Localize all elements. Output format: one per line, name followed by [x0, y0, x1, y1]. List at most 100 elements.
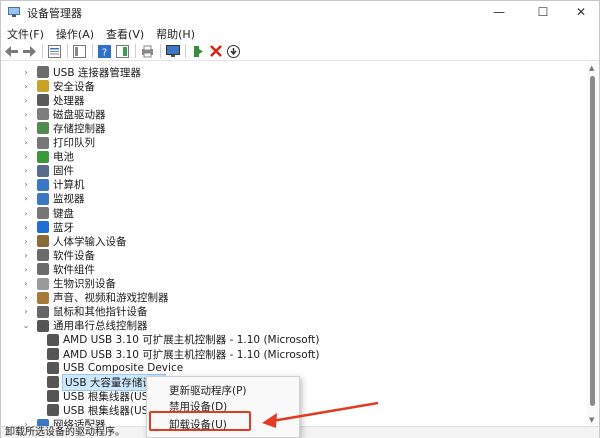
close-button[interactable]: ✕: [561, 1, 600, 23]
expand-arrow-icon[interactable]: ›: [21, 68, 31, 77]
show-hide-tree-icon[interactable]: [72, 44, 87, 59]
usb-icon: [47, 376, 59, 389]
collapse-arrow-icon[interactable]: ⌄: [21, 321, 31, 330]
tree-item-label: USB 根集线器(USB: [63, 390, 156, 403]
processor-icon: [37, 94, 49, 107]
expand-arrow-icon[interactable]: ›: [21, 124, 31, 133]
expand-arrow-icon[interactable]: ›: [21, 194, 31, 203]
toolbar-divider: [92, 44, 93, 58]
tree-category[interactable]: › 软件组件: [21, 262, 95, 276]
forward-icon[interactable]: [22, 44, 37, 59]
monitor-icon[interactable]: [165, 44, 180, 59]
tree-item-label: 处理器: [53, 94, 85, 107]
expand-arrow-icon[interactable]: ›: [21, 110, 31, 119]
menu-view[interactable]: 查看(V): [100, 24, 150, 42]
tree-item-label: 打印队列: [53, 137, 95, 149]
expand-arrow-icon[interactable]: ›: [21, 223, 31, 232]
menu-bar: 文件(F) 操作(A) 查看(V) 帮助(H): [1, 24, 599, 42]
scroll-thumb[interactable]: [590, 76, 595, 406]
tree-item-label: 鼠标和其他指针设备: [53, 306, 148, 319]
uninstall-icon[interactable]: [208, 44, 223, 59]
tree-item-label: 声音、视频和游戏控制器: [53, 292, 169, 305]
tree-category[interactable]: › 人体学输入设备: [21, 234, 127, 248]
maximize-button[interactable]: ☐: [523, 1, 563, 23]
menu-help[interactable]: 帮助(H): [150, 24, 201, 42]
tree-category[interactable]: › 网络适配器: [21, 418, 106, 426]
expand-arrow-icon[interactable]: ›: [21, 209, 31, 218]
expand-arrow-icon[interactable]: ›: [21, 279, 31, 288]
tree-category[interactable]: › 软件设备: [21, 248, 95, 262]
software-component-icon: [37, 263, 49, 276]
tree-category[interactable]: › 磁盘驱动器: [21, 107, 106, 121]
toolbar-divider: [42, 44, 43, 58]
tree-category[interactable]: › 声音、视频和游戏控制器: [21, 291, 169, 305]
tree-item-label: 蓝牙: [53, 221, 74, 234]
add-driver-icon[interactable]: [190, 44, 205, 59]
tree-item-label: USB 连接器管理器: [53, 66, 141, 79]
tree-device[interactable]: AMD USB 3.10 可扩展主机控制器 - 1.10 (Microsoft): [47, 333, 319, 347]
expand-arrow-icon[interactable]: ›: [21, 251, 31, 260]
computer-icon: [37, 178, 49, 191]
tree-item-label: 软件组件: [53, 263, 95, 276]
toolbar-divider: [185, 44, 186, 58]
expand-arrow-icon[interactable]: ›: [21, 96, 31, 105]
biometric-icon: [37, 277, 49, 290]
tree-device[interactable]: USB Composite Device: [47, 361, 183, 375]
expand-arrow-icon[interactable]: ›: [21, 166, 31, 175]
tree-item-label: 通用串行总线控制器: [53, 320, 148, 333]
tree-item-label: 安全设备: [53, 80, 95, 93]
help-icon[interactable]: ?: [97, 44, 112, 59]
mouse-icon: [37, 305, 49, 318]
tree-device[interactable]: USB 根集线器(USB: [47, 403, 156, 417]
expand-arrow-icon[interactable]: ›: [21, 152, 31, 161]
audio-icon: [37, 291, 49, 304]
expand-arrow-icon[interactable]: ›: [21, 82, 31, 91]
tree-category[interactable]: › 电池: [21, 150, 74, 164]
vertical-scrollbar[interactable]: ▲ ▼: [587, 62, 598, 426]
tree-item-label: 电池: [53, 151, 74, 164]
tree-category[interactable]: › 鼠标和其他指针设备: [21, 305, 148, 319]
tree-device[interactable]: AMD USB 3.10 可扩展主机控制器 - 1.10 (Microsoft): [47, 347, 319, 361]
tree-item-label: 存储控制器: [53, 122, 106, 135]
menu-file[interactable]: 文件(F): [1, 24, 50, 42]
tree-device[interactable]: USB 根集线器(USB: [47, 389, 156, 403]
tree-category[interactable]: › USB 连接器管理器: [21, 65, 141, 79]
action-pane-icon[interactable]: [115, 44, 130, 59]
expand-arrow-icon[interactable]: ›: [21, 237, 31, 246]
print-icon[interactable]: [140, 44, 155, 59]
download-icon[interactable]: [226, 44, 241, 59]
tree-category[interactable]: › 键盘: [21, 206, 74, 220]
firmware-icon: [37, 164, 49, 177]
tree-category[interactable]: › 处理器: [21, 93, 85, 107]
tree-category[interactable]: › 打印队列: [21, 136, 95, 150]
back-icon[interactable]: [4, 44, 19, 59]
tree-category[interactable]: › 固件: [21, 164, 74, 178]
tree-category[interactable]: › 监视器: [21, 192, 85, 206]
security-icon: [37, 80, 49, 93]
usb-icon: [47, 333, 59, 346]
expand-arrow-icon[interactable]: ›: [21, 293, 31, 302]
tree-category[interactable]: › 安全设备: [21, 79, 95, 93]
tree-item-label: 生物识别设备: [53, 278, 116, 290]
update-driver-menu-item[interactable]: 更新驱动程序(P): [169, 383, 247, 398]
expand-arrow-icon[interactable]: ›: [21, 265, 31, 274]
tree-category[interactable]: › 蓝牙: [21, 220, 74, 234]
expand-arrow-icon[interactable]: ›: [21, 138, 31, 147]
tree-category[interactable]: › 生物识别设备: [21, 277, 116, 291]
uninstall-device-menu-item[interactable]: 卸载设备(U): [169, 417, 227, 432]
tree-category[interactable]: › 计算机: [21, 178, 85, 192]
menu-action[interactable]: 操作(A): [50, 24, 100, 42]
tree-item-label: 键盘: [53, 207, 74, 220]
properties-icon[interactable]: [47, 44, 62, 59]
storage-icon: [37, 122, 49, 135]
tree-category-expanded[interactable]: ⌄ 通用串行总线控制器: [21, 319, 148, 333]
expand-arrow-icon[interactable]: ›: [21, 180, 31, 189]
scroll-down-icon[interactable]: ▼: [589, 416, 594, 424]
expand-arrow-icon[interactable]: ›: [21, 307, 31, 316]
disk-icon: [37, 108, 49, 121]
scroll-up-icon[interactable]: ▲: [589, 64, 594, 72]
network-icon: [37, 418, 49, 426]
tree-category[interactable]: › 存储控制器: [21, 121, 106, 135]
minimize-button[interactable]: —: [479, 1, 519, 23]
toolbar-divider: [67, 44, 68, 58]
